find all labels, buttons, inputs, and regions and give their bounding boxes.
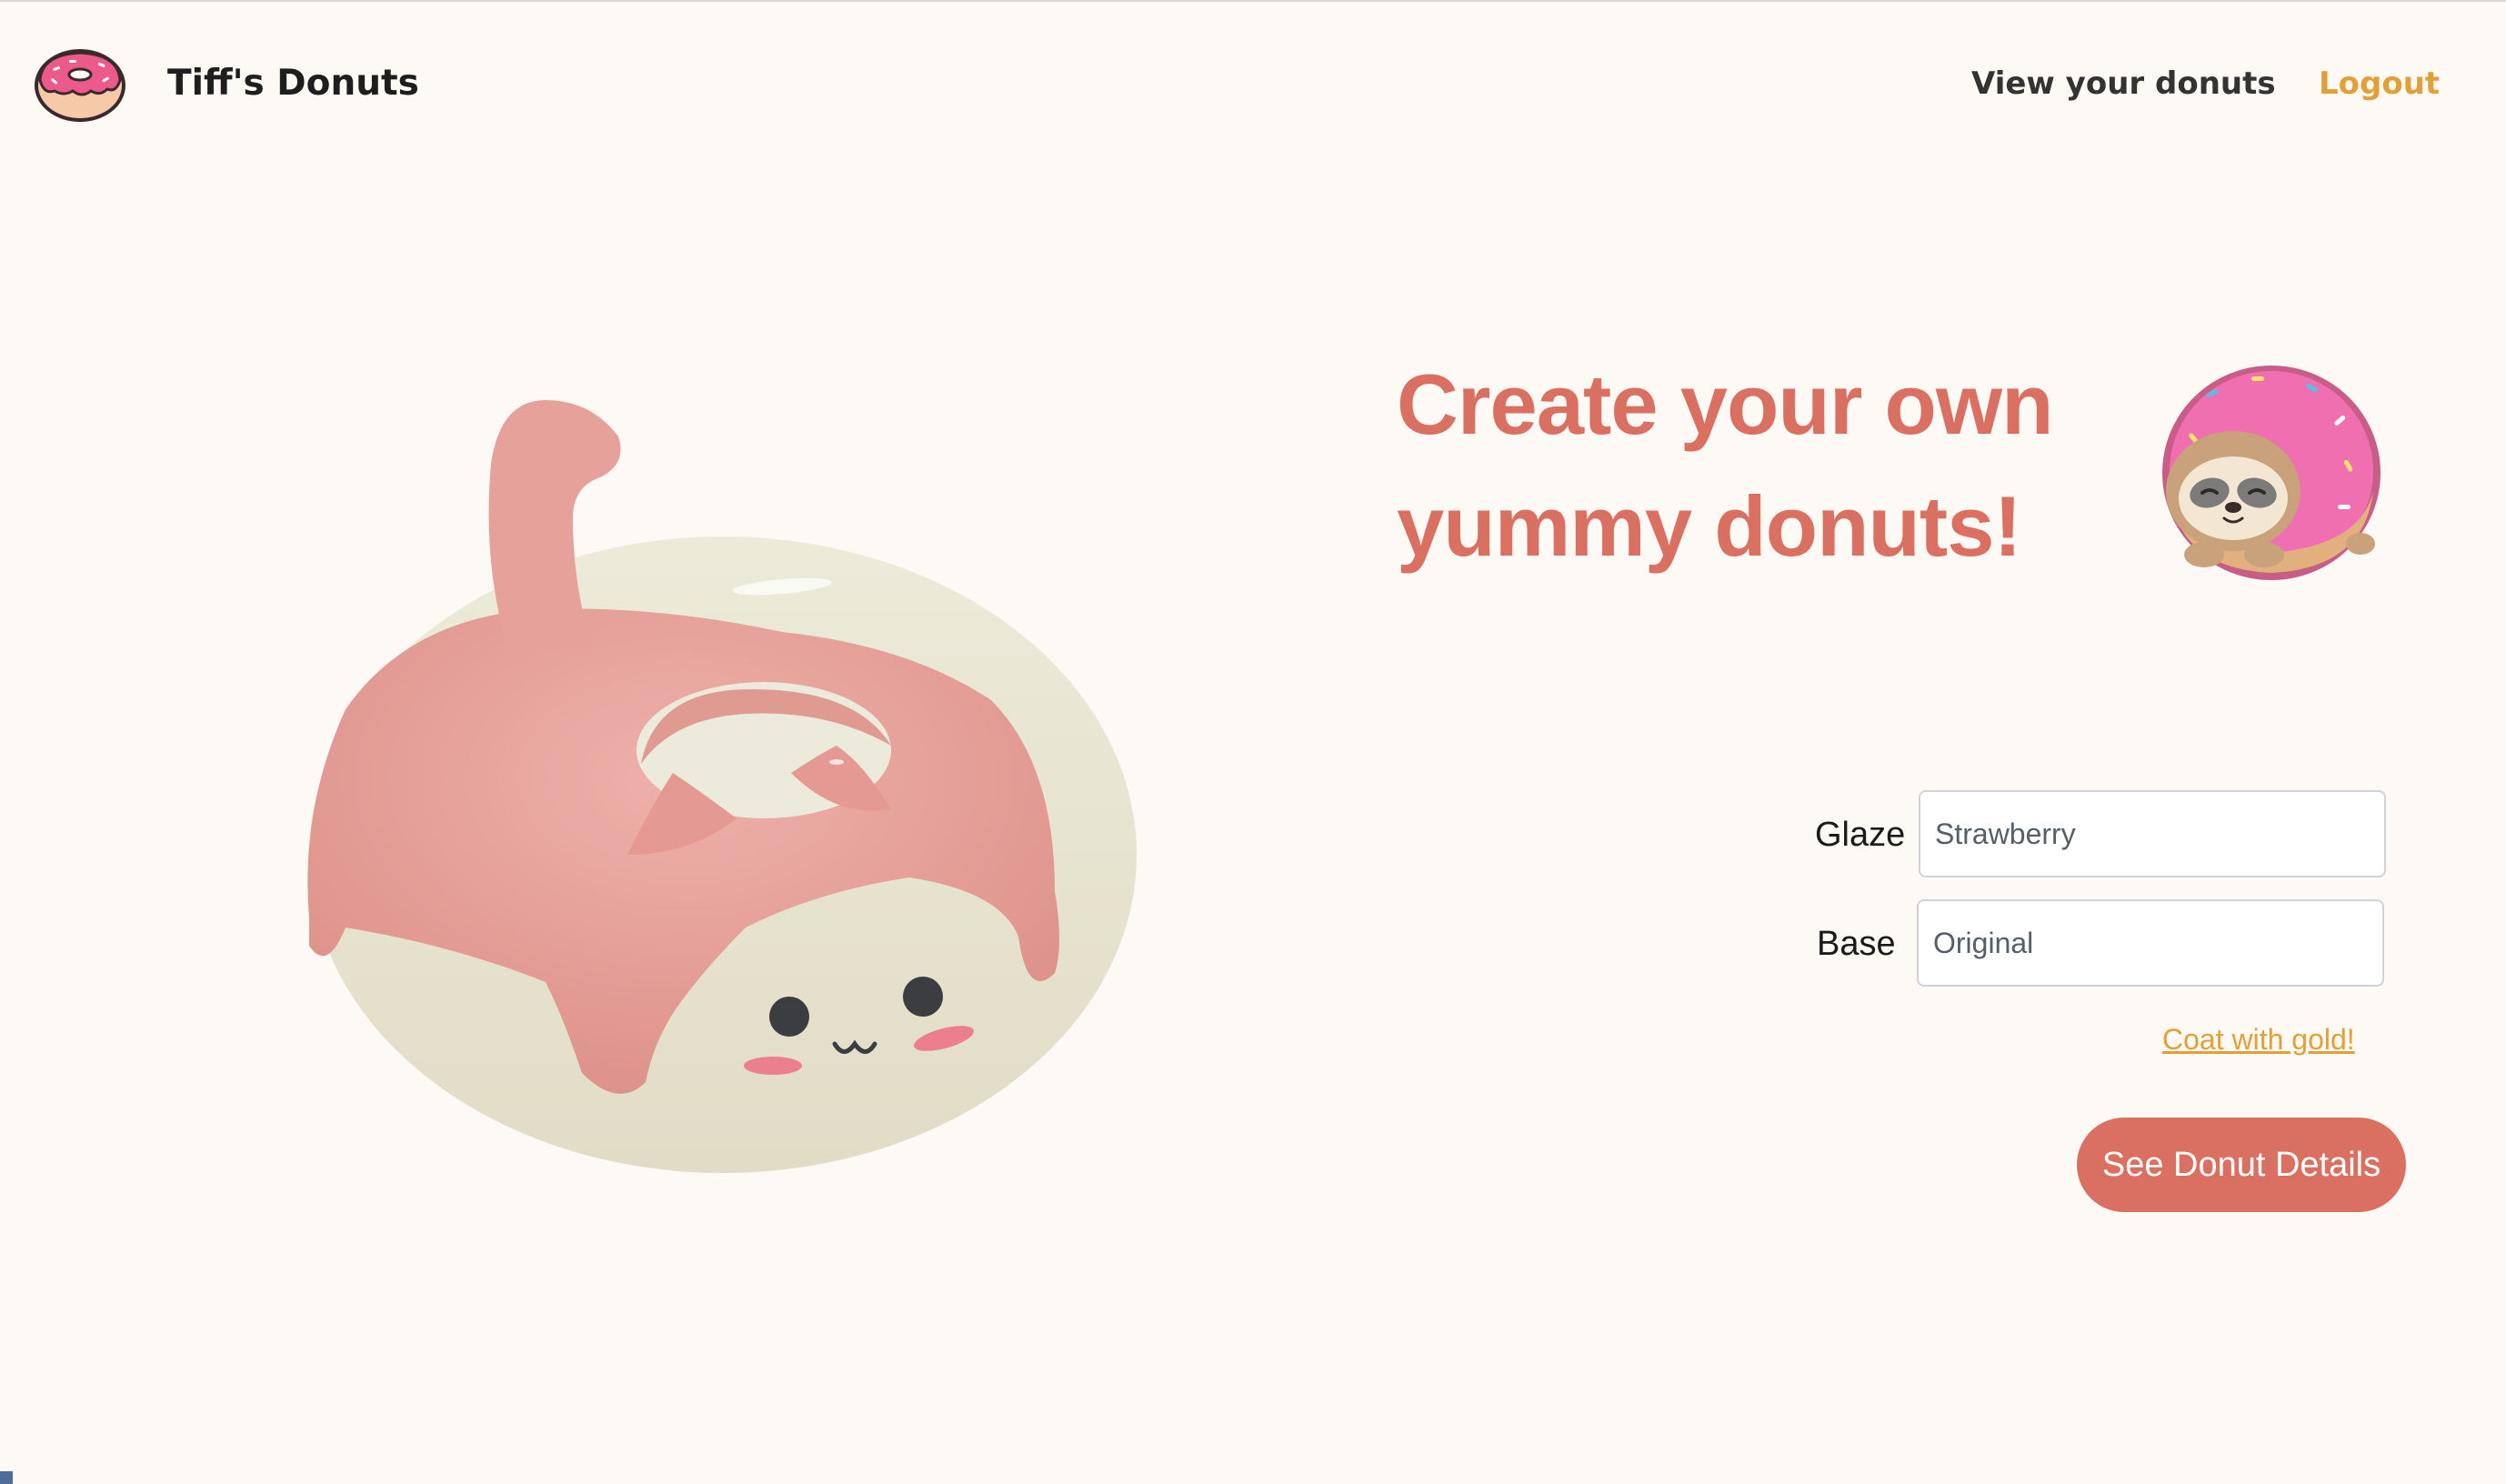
nav-logout-link[interactable]: Logout [2319, 60, 2440, 107]
glaze-label: Glaze [1815, 816, 1906, 854]
cat-donut-3d-model[interactable] [273, 382, 1182, 1200]
glaze-input[interactable] [1919, 790, 2386, 877]
brand-name: Tiff's Donuts [167, 63, 419, 104]
nav-view-your-donuts[interactable]: View your donuts [1971, 60, 2276, 107]
sloth-in-donut-icon [2162, 366, 2381, 580]
window-corner [0, 1471, 13, 1484]
see-donut-details-button[interactable]: See Donut Details [2077, 1118, 2406, 1212]
base-input[interactable] [1917, 899, 2384, 987]
coat-with-gold-link[interactable]: Coat with gold! [2162, 1017, 2355, 1062]
page-headline: Create your own yummy donuts! [1397, 356, 2054, 574]
donut-logo-icon[interactable] [33, 40, 127, 124]
window-top-border [0, 0, 2506, 2]
base-label: Base [1817, 925, 1896, 963]
